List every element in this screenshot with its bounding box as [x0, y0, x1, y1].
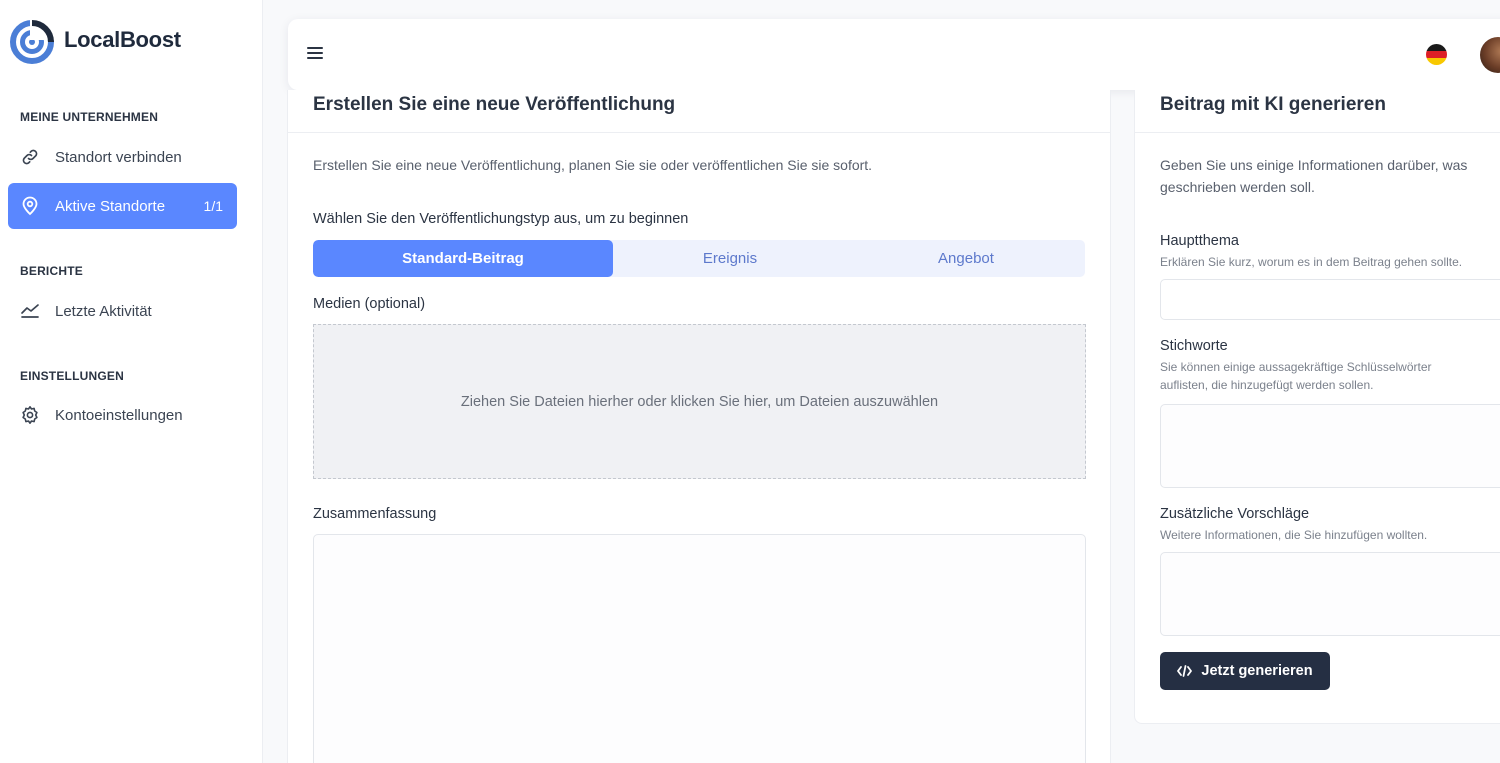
- topbar: [288, 19, 1500, 90]
- nav-section-settings: EINSTELLUNGEN: [20, 369, 124, 383]
- link-icon: [20, 147, 40, 167]
- code-icon: [1177, 664, 1193, 678]
- main-topic-hint: Erklären Sie kurz, worum es in dem Beitr…: [1160, 255, 1463, 269]
- sidebar-item-label: Letzte Aktivität: [55, 302, 152, 320]
- dropzone-text: Ziehen Sie Dateien hierher oder klicken …: [460, 393, 939, 410]
- summary-label: Zusammenfassung: [313, 506, 437, 522]
- create-post-description: Erstellen Sie eine neue Veröffentlichung…: [313, 157, 873, 173]
- create-post-card: Erstellen Sie eine neue Veröffentlichung…: [287, 90, 1111, 763]
- sidebar-item-label: Kontoeinstellungen: [55, 406, 183, 424]
- keywords-label: Stichworte: [1160, 338, 1228, 354]
- suggestions-label: Zusätzliche Vorschläge: [1160, 506, 1310, 522]
- user-avatar[interactable]: [1480, 37, 1500, 73]
- create-post-title: Erstellen Sie eine neue Veröffentlichung: [313, 94, 676, 115]
- sidebar-item-recent-activity[interactable]: Letzte Aktivität: [8, 288, 237, 334]
- nav-section-companies: MEINE UNTERNEHMEN: [20, 110, 159, 124]
- sidebar: LocalBoost MEINE UNTERNEHMEN Standort ve…: [0, 0, 263, 763]
- generate-button-label: Jetzt generieren: [1201, 663, 1313, 679]
- sidebar-item-account-settings[interactable]: Kontoeinstellungen: [8, 392, 237, 438]
- sidebar-item-active-locations[interactable]: Aktive Standorte 1/1: [8, 183, 237, 229]
- brand-logo[interactable]: LocalBoost: [8, 12, 181, 68]
- media-label: Medien (optional): [313, 296, 426, 312]
- suggestions-hint: Weitere Informationen, die Sie hinzufüge…: [1160, 528, 1428, 542]
- hamburger-menu-icon[interactable]: [307, 47, 323, 61]
- sidebar-item-label: Standort verbinden: [55, 148, 182, 166]
- keywords-hint: Sie können einige aussagekräftige Schlüs…: [1160, 360, 1432, 392]
- card-divider: [1135, 132, 1500, 133]
- generate-button[interactable]: Jetzt generieren: [1160, 652, 1330, 690]
- keywords-textarea[interactable]: [1160, 404, 1500, 488]
- target-logo-icon: [10, 19, 54, 64]
- tab-event[interactable]: Ereignis: [613, 240, 847, 277]
- ai-generate-title: Beitrag mit KI generieren: [1160, 94, 1386, 115]
- nav-section-reports: BERICHTE: [20, 264, 83, 278]
- main-topic-input[interactable]: [1160, 279, 1500, 320]
- gear-icon: [20, 405, 40, 425]
- map-pin-icon: [20, 196, 40, 216]
- sidebar-item-connect-location[interactable]: Standort verbinden: [8, 134, 237, 180]
- german-flag-icon[interactable]: [1426, 44, 1447, 65]
- post-type-tabs: Standard-Beitrag Ereignis Angebot: [313, 240, 1085, 277]
- media-dropzone[interactable]: Ziehen Sie Dateien hierher oder klicken …: [313, 324, 1086, 479]
- location-count-badge: 1/1: [203, 198, 223, 214]
- post-type-label: Wählen Sie den Veröffentlichungstyp aus,…: [313, 211, 689, 227]
- sidebar-item-label: Aktive Standorte: [55, 197, 166, 215]
- tab-offer[interactable]: Angebot: [847, 240, 1085, 277]
- suggestions-textarea[interactable]: [1160, 552, 1500, 636]
- tab-standard-post[interactable]: Standard-Beitrag: [313, 240, 613, 277]
- activity-chart-icon: [20, 301, 40, 321]
- main-topic-label: Hauptthema: [1160, 233, 1239, 249]
- summary-textarea[interactable]: [313, 534, 1086, 763]
- ai-generate-card: Beitrag mit KI generieren Geben Sie uns …: [1134, 90, 1500, 724]
- card-divider: [288, 132, 1110, 133]
- ai-generate-description: Geben Sie uns einige Informationen darüb…: [1160, 157, 1468, 195]
- brand-name: LocalBoost: [64, 27, 181, 52]
